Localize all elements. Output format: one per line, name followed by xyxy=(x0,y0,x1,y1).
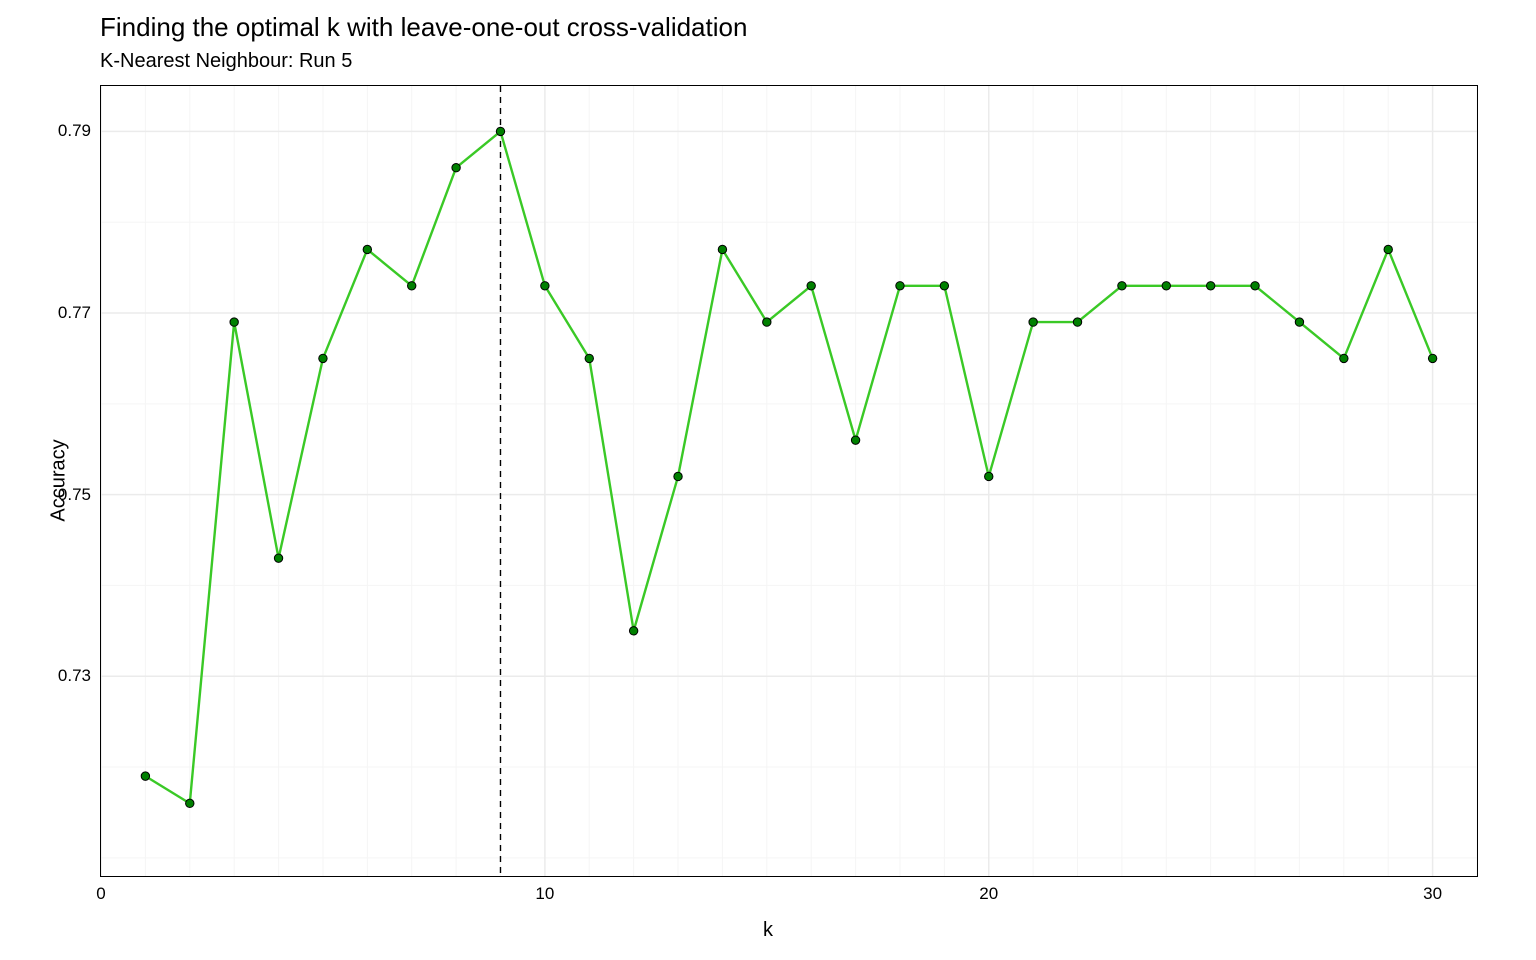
data-point xyxy=(1162,282,1170,290)
data-point xyxy=(1340,354,1348,362)
data-point xyxy=(1251,282,1259,290)
data-point xyxy=(274,554,282,562)
data-point xyxy=(1118,282,1126,290)
plot-svg xyxy=(101,86,1477,876)
plot-panel xyxy=(100,85,1478,877)
x-tick-label: 20 xyxy=(979,884,998,904)
data-point xyxy=(674,472,682,480)
data-point xyxy=(629,627,637,635)
chart-container: Finding the optimal k with leave-one-out… xyxy=(0,0,1536,960)
data-point xyxy=(408,282,416,290)
data-point xyxy=(1295,318,1303,326)
data-point xyxy=(496,127,504,135)
data-point xyxy=(230,318,238,326)
data-point xyxy=(541,282,549,290)
data-point xyxy=(896,282,904,290)
data-point xyxy=(319,354,327,362)
y-tick-label: 0.77 xyxy=(36,303,91,323)
x-tick-label: 0 xyxy=(96,884,105,904)
x-axis-label: k xyxy=(0,919,1536,942)
data-point xyxy=(718,245,726,253)
data-point xyxy=(141,772,149,780)
data-point xyxy=(186,799,194,807)
y-tick-label: 0.73 xyxy=(36,666,91,686)
data-point xyxy=(452,164,460,172)
y-tick-label: 0.79 xyxy=(36,121,91,141)
data-point xyxy=(1384,245,1392,253)
y-tick-label: 0.75 xyxy=(36,485,91,505)
chart-title: Finding the optimal k with leave-one-out… xyxy=(100,12,747,43)
x-tick-label: 10 xyxy=(535,884,554,904)
data-point xyxy=(585,354,593,362)
chart-subtitle: K-Nearest Neighbour: Run 5 xyxy=(100,50,352,73)
data-point xyxy=(1073,318,1081,326)
data-point xyxy=(1206,282,1214,290)
data-point xyxy=(1029,318,1037,326)
x-tick-label: 30 xyxy=(1423,884,1442,904)
data-point xyxy=(985,472,993,480)
y-axis-label: Accuracy xyxy=(18,0,100,960)
accuracy-line xyxy=(145,131,1432,803)
data-point xyxy=(1428,354,1436,362)
data-point xyxy=(763,318,771,326)
data-point xyxy=(851,436,859,444)
data-point xyxy=(807,282,815,290)
data-point xyxy=(363,245,371,253)
data-point xyxy=(940,282,948,290)
